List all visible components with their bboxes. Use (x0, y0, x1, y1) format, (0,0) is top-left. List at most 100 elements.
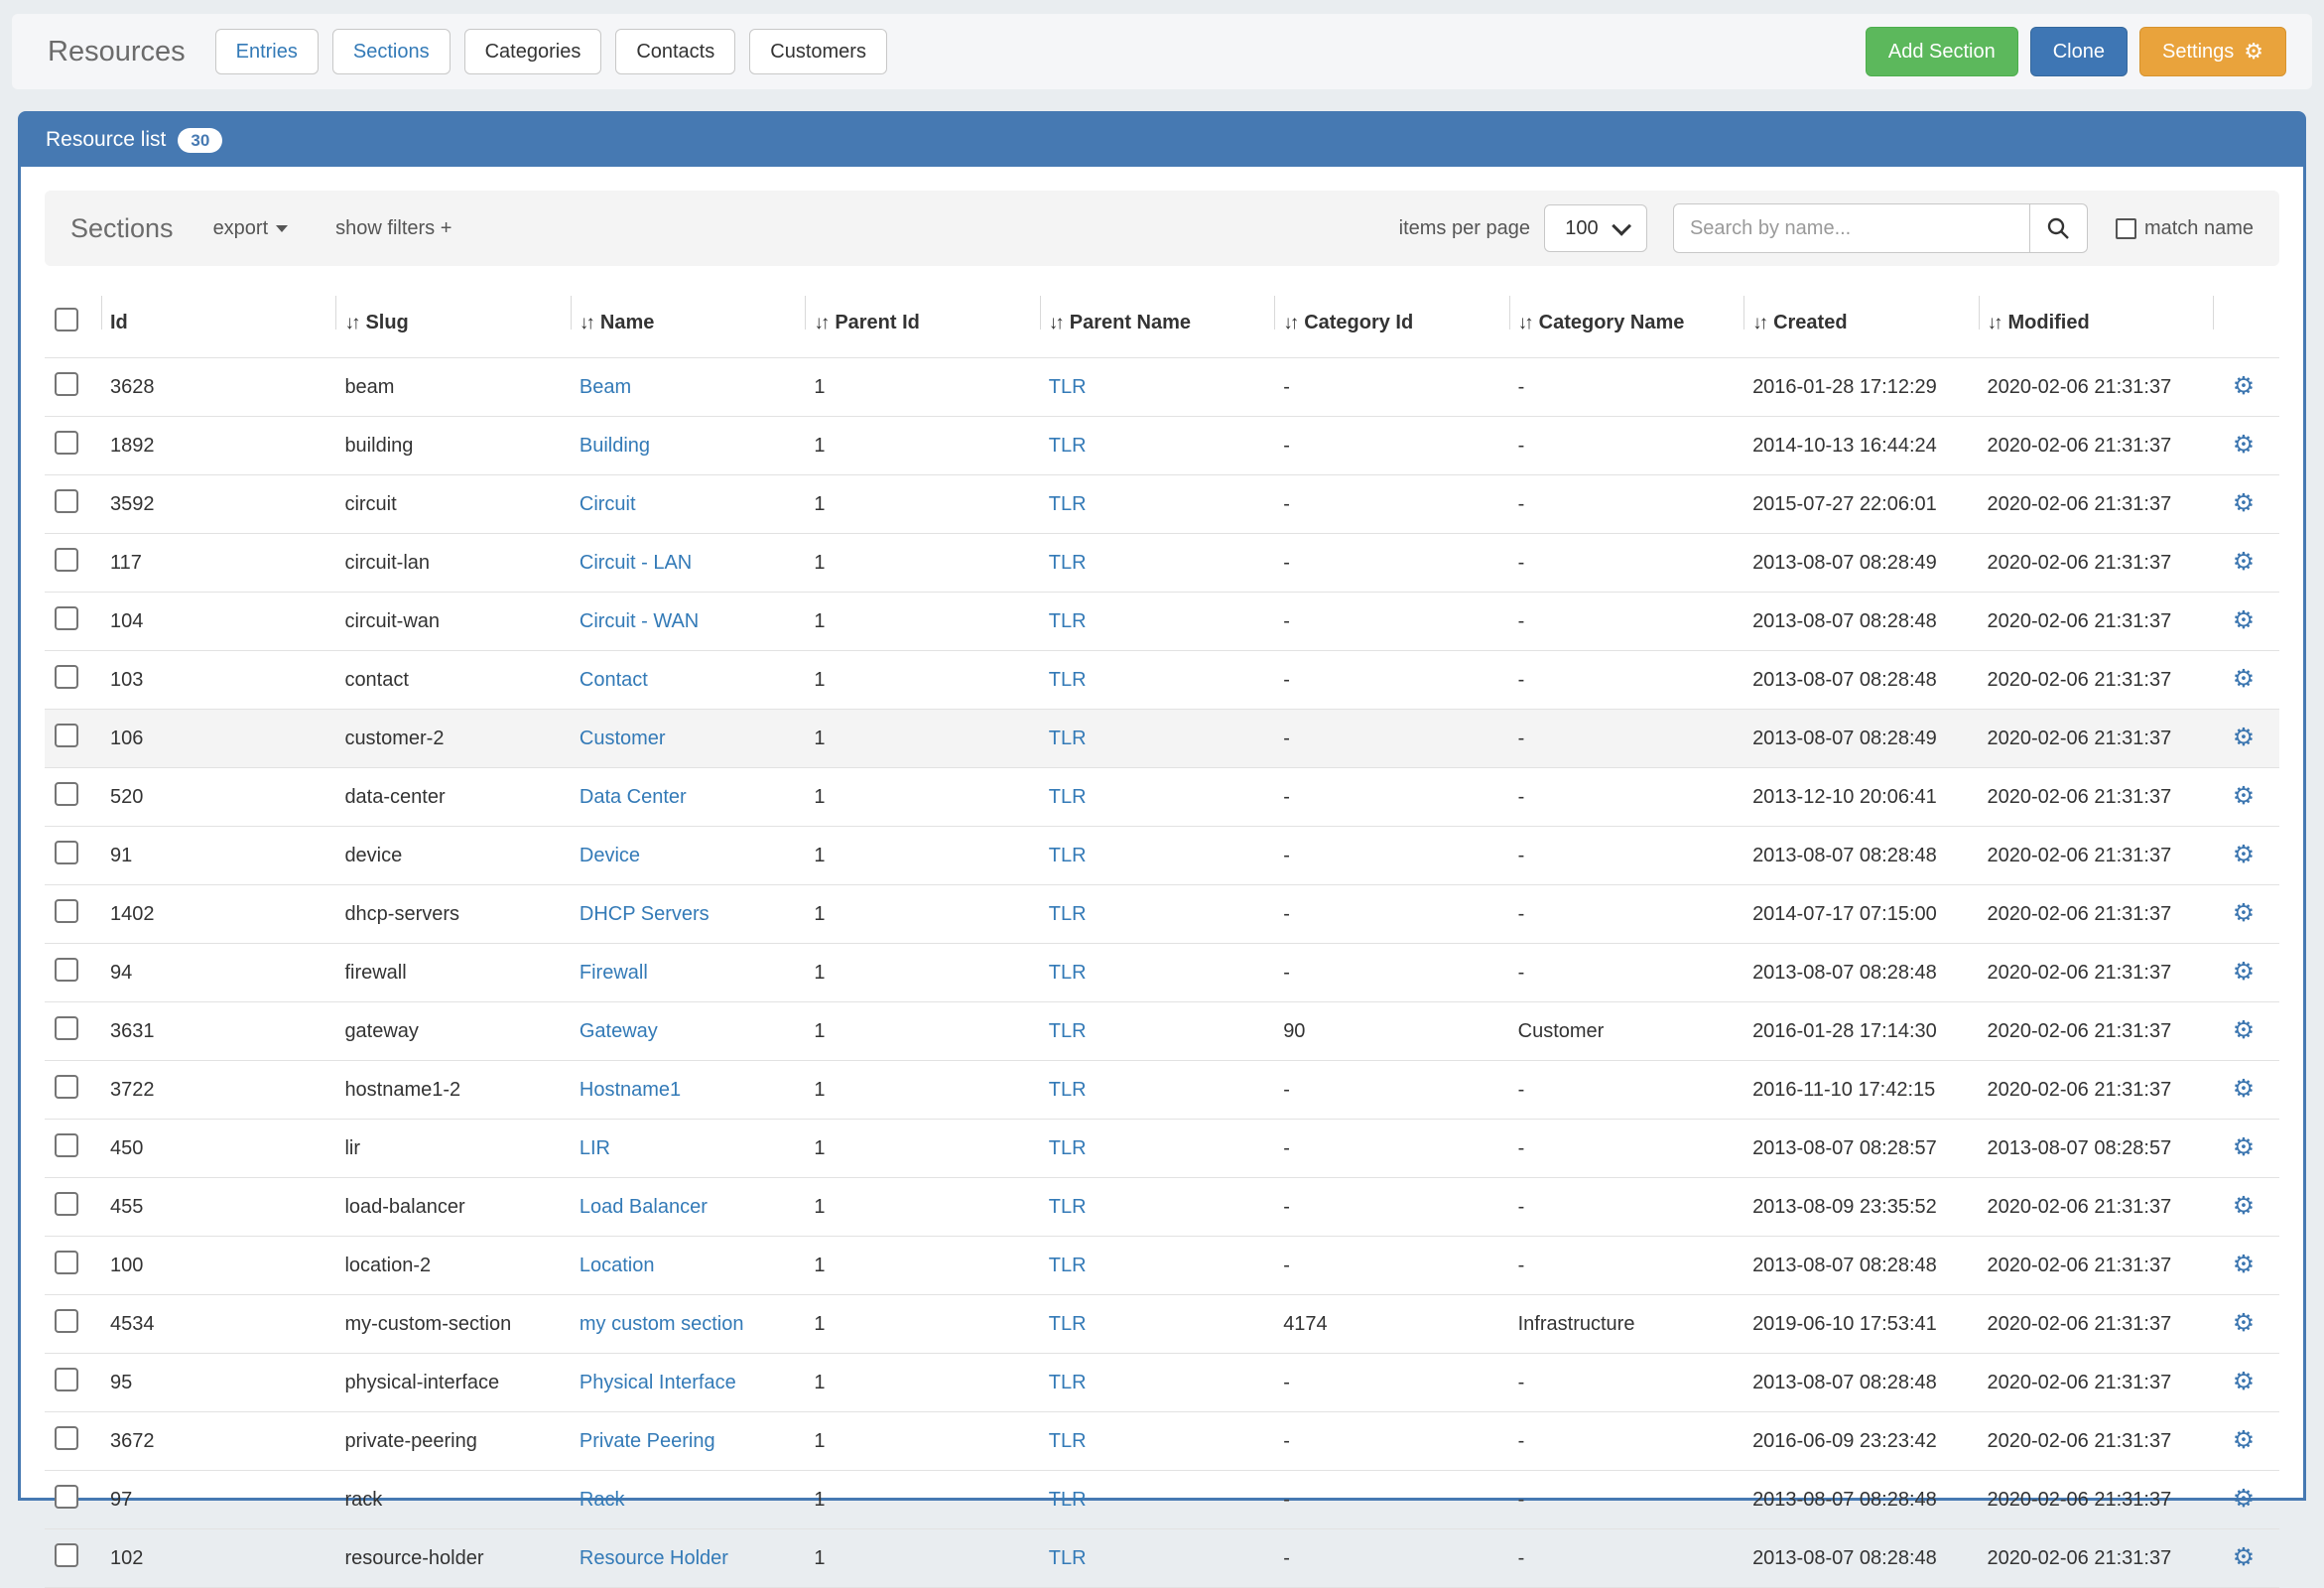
row-settings-gear-icon[interactable]: ⚙ (2233, 431, 2255, 459)
parent-name-link[interactable]: TLR (1049, 786, 1087, 808)
tab-categories[interactable]: Categories (464, 29, 602, 74)
parent-name-link[interactable]: TLR (1049, 1079, 1087, 1101)
row-settings-gear-icon[interactable]: ⚙ (2233, 1251, 2255, 1278)
row-checkbox[interactable] (55, 665, 78, 689)
name-link[interactable]: Circuit - WAN (580, 610, 699, 632)
settings-button[interactable]: Settings ⚙ (2139, 27, 2286, 76)
row-settings-gear-icon[interactable]: ⚙ (2233, 1368, 2255, 1395)
parent-name-link[interactable]: TLR (1049, 1020, 1087, 1042)
name-link[interactable]: LIR (580, 1137, 610, 1159)
search-input[interactable] (1673, 203, 2030, 253)
row-checkbox[interactable] (55, 1368, 78, 1391)
row-checkbox[interactable] (55, 1133, 78, 1157)
clone-button[interactable]: Clone (2030, 27, 2128, 76)
name-link[interactable]: Beam (580, 376, 631, 398)
column-header-name[interactable]: ↓↑Name (572, 290, 806, 358)
parent-name-link[interactable]: TLR (1049, 1547, 1087, 1569)
parent-name-link[interactable]: TLR (1049, 610, 1087, 632)
parent-name-link[interactable]: TLR (1049, 435, 1087, 457)
row-settings-gear-icon[interactable]: ⚙ (2233, 489, 2255, 517)
name-link[interactable]: my custom section (580, 1313, 744, 1335)
row-checkbox[interactable] (55, 606, 78, 630)
row-settings-gear-icon[interactable]: ⚙ (2233, 1426, 2255, 1454)
tab-customers[interactable]: Customers (749, 29, 887, 74)
row-checkbox[interactable] (55, 489, 78, 513)
show-filters-toggle[interactable]: show filters + (335, 217, 452, 240)
row-checkbox[interactable] (55, 899, 78, 923)
row-checkbox[interactable] (55, 724, 78, 747)
row-settings-gear-icon[interactable]: ⚙ (2233, 899, 2255, 927)
row-checkbox[interactable] (55, 1485, 78, 1509)
row-settings-gear-icon[interactable]: ⚙ (2233, 724, 2255, 751)
parent-name-link[interactable]: TLR (1049, 669, 1087, 691)
name-link[interactable]: Rack (580, 1489, 625, 1511)
name-link[interactable]: Gateway (580, 1020, 658, 1042)
parent-name-link[interactable]: TLR (1049, 376, 1087, 398)
name-link[interactable]: Building (580, 435, 650, 457)
row-settings-gear-icon[interactable]: ⚙ (2233, 1075, 2255, 1103)
parent-name-link[interactable]: TLR (1049, 552, 1087, 574)
parent-name-link[interactable]: TLR (1049, 1372, 1087, 1393)
items-per-page-select[interactable]: 100 (1544, 204, 1647, 252)
parent-name-link[interactable]: TLR (1049, 728, 1087, 749)
row-settings-gear-icon[interactable]: ⚙ (2233, 841, 2255, 868)
name-link[interactable]: Private Peering (580, 1430, 715, 1452)
row-settings-gear-icon[interactable]: ⚙ (2233, 1543, 2255, 1571)
parent-name-link[interactable]: TLR (1049, 1196, 1087, 1218)
row-checkbox[interactable] (55, 1426, 78, 1450)
parent-name-link[interactable]: TLR (1049, 1430, 1087, 1452)
add-section-button[interactable]: Add Section (1866, 27, 2018, 76)
name-link[interactable]: Contact (580, 669, 648, 691)
column-header-category-name[interactable]: ↓↑Category Name (1510, 290, 1744, 358)
row-settings-gear-icon[interactable]: ⚙ (2233, 1192, 2255, 1220)
name-link[interactable]: Resource Holder (580, 1547, 728, 1569)
parent-name-link[interactable]: TLR (1049, 1313, 1087, 1335)
name-link[interactable]: DHCP Servers (580, 903, 710, 925)
row-settings-gear-icon[interactable]: ⚙ (2233, 548, 2255, 576)
row-checkbox[interactable] (55, 782, 78, 806)
name-link[interactable]: Hostname1 (580, 1079, 681, 1101)
row-settings-gear-icon[interactable]: ⚙ (2233, 372, 2255, 400)
row-checkbox[interactable] (55, 1075, 78, 1099)
row-settings-gear-icon[interactable]: ⚙ (2233, 665, 2255, 693)
column-header-modified[interactable]: ↓↑Modified (1980, 290, 2215, 358)
parent-name-link[interactable]: TLR (1049, 1137, 1087, 1159)
row-checkbox[interactable] (55, 548, 78, 572)
row-checkbox[interactable] (55, 431, 78, 455)
row-settings-gear-icon[interactable]: ⚙ (2233, 1133, 2255, 1161)
row-checkbox[interactable] (55, 841, 78, 864)
column-header-slug[interactable]: ↓↑Slug (336, 290, 571, 358)
row-checkbox[interactable] (55, 1543, 78, 1567)
column-header-category-id[interactable]: ↓↑Category Id (1275, 290, 1509, 358)
tab-sections[interactable]: Sections (332, 29, 451, 74)
column-header-created[interactable]: ↓↑Created (1744, 290, 1979, 358)
tab-contacts[interactable]: Contacts (615, 29, 735, 74)
name-link[interactable]: Location (580, 1255, 655, 1276)
parent-name-link[interactable]: TLR (1049, 493, 1087, 515)
parent-name-link[interactable]: TLR (1049, 903, 1087, 925)
row-settings-gear-icon[interactable]: ⚙ (2233, 1485, 2255, 1513)
column-header-parent-id[interactable]: ↓↑Parent Id (806, 290, 1040, 358)
parent-name-link[interactable]: TLR (1049, 962, 1087, 984)
row-settings-gear-icon[interactable]: ⚙ (2233, 958, 2255, 986)
column-header-parent-name[interactable]: ↓↑Parent Name (1041, 290, 1275, 358)
name-link[interactable]: Load Balancer (580, 1196, 708, 1218)
parent-name-link[interactable]: TLR (1049, 1489, 1087, 1511)
row-checkbox[interactable] (55, 1192, 78, 1216)
search-button[interactable] (2030, 203, 2088, 253)
row-checkbox[interactable] (55, 1016, 78, 1040)
row-checkbox[interactable] (55, 1251, 78, 1274)
name-link[interactable]: Data Center (580, 786, 687, 808)
row-checkbox[interactable] (55, 958, 78, 982)
parent-name-link[interactable]: TLR (1049, 1255, 1087, 1276)
name-link[interactable]: Circuit - LAN (580, 552, 692, 574)
row-settings-gear-icon[interactable]: ⚙ (2233, 606, 2255, 634)
export-dropdown[interactable]: export (213, 217, 289, 240)
parent-name-link[interactable]: TLR (1049, 845, 1087, 866)
row-settings-gear-icon[interactable]: ⚙ (2233, 1309, 2255, 1337)
row-settings-gear-icon[interactable]: ⚙ (2233, 782, 2255, 810)
match-name-checkbox[interactable] (2116, 218, 2136, 239)
row-checkbox[interactable] (55, 1309, 78, 1333)
name-link[interactable]: Customer (580, 728, 666, 749)
select-all-checkbox[interactable] (55, 308, 78, 331)
